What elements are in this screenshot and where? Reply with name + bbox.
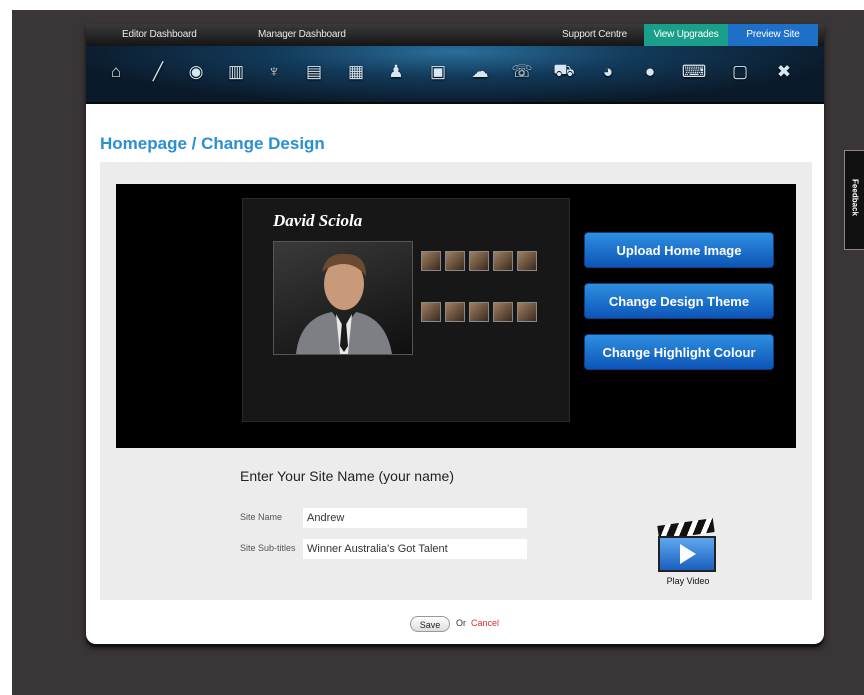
top-navigation: Editor Dashboard Manager Dashboard Suppo… [86, 24, 824, 46]
microphone-icon[interactable]: ♆ [262, 60, 286, 84]
cart-icon[interactable]: ⛟ [552, 60, 576, 84]
theme-tile[interactable] [421, 251, 441, 271]
change-design-theme-button[interactable]: Change Design Theme [584, 283, 774, 319]
window-icon[interactable]: ▢ [728, 60, 752, 84]
home-icon[interactable]: ⌂ [104, 60, 128, 84]
design-panel: David Sciola Upload Home Image Change De… [100, 162, 812, 600]
card-icon[interactable]: ▤ [302, 60, 326, 84]
editor-dashboard-link[interactable]: Editor Dashboard [122, 29, 197, 40]
play-video-label: Play Video [666, 576, 710, 586]
site-name-heading: Enter Your Site Name (your name) [240, 468, 454, 484]
screen-background: Editor Dashboard Manager Dashboard Suppo… [12, 10, 864, 695]
site-subtitle-input[interactable] [302, 538, 528, 560]
view-upgrades-button[interactable]: View Upgrades [644, 24, 728, 46]
person-icon[interactable]: ♟ [384, 60, 408, 84]
tools-icon[interactable]: ✖ [772, 60, 796, 84]
page-title: Homepage / Change Design [100, 134, 325, 153]
theme-tile[interactable] [445, 251, 465, 271]
play-icon [680, 544, 696, 564]
theme-tile[interactable] [421, 302, 441, 322]
home-image [273, 241, 413, 355]
preview-site-name: David Sciola [273, 211, 363, 230]
site-preview-thumbnail: David Sciola [242, 198, 570, 422]
camera-icon[interactable]: ◉ [184, 60, 208, 84]
pencil-icon[interactable]: ╱ [146, 60, 170, 84]
theme-tiles [421, 251, 541, 327]
feedback-tab[interactable]: Feedback [844, 150, 864, 250]
document-icon[interactable]: ▦ [344, 60, 368, 84]
film-icon[interactable]: ▥ [224, 60, 248, 84]
site-subtitle-label: Site Sub-titles [240, 543, 296, 553]
play-video-button[interactable]: Play Video [646, 518, 716, 592]
globe-icon[interactable]: ● [638, 60, 662, 84]
feedback-label: Feedback [850, 179, 860, 216]
theme-tile[interactable] [493, 251, 513, 271]
theme-tile[interactable] [517, 302, 537, 322]
or-text: Or [456, 618, 466, 628]
chat-icon[interactable]: ☁ [468, 60, 492, 84]
site-name-input[interactable] [302, 507, 528, 529]
manager-dashboard-link[interactable]: Manager Dashboard [258, 29, 346, 40]
keyboard-icon[interactable]: ⌨ [682, 60, 707, 84]
portrait-illustration [296, 253, 392, 354]
tool-icon-bar: ⌂ ╱ ◉ ▥ ♆ ▤ ▦ ♟ ▣ ☁ ☏ ⛟ ◕ ● ⌨ ▢ ✖ [86, 46, 824, 104]
support-centre-link[interactable]: Support Centre [562, 29, 627, 40]
design-preview: David Sciola Upload Home Image Change De… [116, 184, 796, 448]
editor-window: Editor Dashboard Manager Dashboard Suppo… [86, 24, 824, 644]
theme-tile[interactable] [517, 251, 537, 271]
site-name-label: Site Name [240, 512, 283, 522]
phone-icon[interactable]: ☏ [510, 60, 534, 84]
preview-site-button[interactable]: Preview Site [728, 24, 818, 46]
theme-tile[interactable] [469, 251, 489, 271]
theme-tile[interactable] [445, 302, 465, 322]
theme-tile[interactable] [493, 302, 513, 322]
pie-chart-icon[interactable]: ◕ [596, 60, 620, 84]
calendar-icon[interactable]: ▣ [426, 60, 450, 84]
save-button[interactable]: Save [410, 616, 450, 632]
change-highlight-colour-button[interactable]: Change Highlight Colour [584, 334, 774, 370]
upload-home-image-button[interactable]: Upload Home Image [584, 232, 774, 268]
theme-tile[interactable] [469, 302, 489, 322]
cancel-link[interactable]: Cancel [471, 618, 499, 628]
